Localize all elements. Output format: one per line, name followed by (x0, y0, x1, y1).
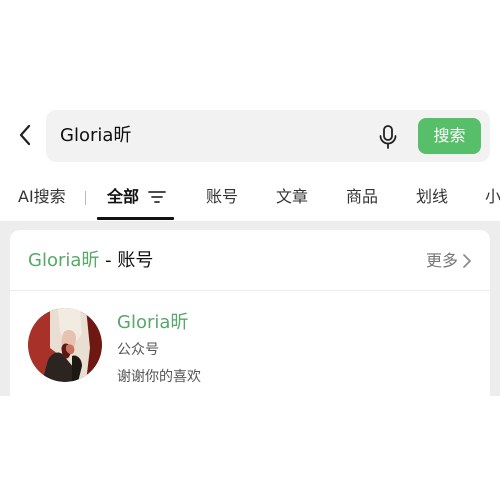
tab-accounts[interactable]: 账号 (206, 184, 238, 210)
search-input[interactable]: Gloria昕 (60, 124, 360, 148)
tab-articles[interactable]: 文章 (276, 184, 308, 210)
back-button[interactable] (12, 120, 40, 150)
chevron-right-icon (463, 254, 471, 268)
account-result-item[interactable]: Gloria昕 公众号 谢谢你的喜欢 (10, 291, 490, 396)
account-description: 谢谢你的喜欢 (117, 369, 201, 385)
avatar-image (28, 308, 102, 382)
filter-icon[interactable] (148, 189, 166, 205)
tab-highlights[interactable]: 划线 (416, 184, 448, 210)
bottom-blank-area (0, 396, 500, 500)
section-title-keyword: Gloria昕 (28, 250, 100, 271)
account-type: 公众号 (117, 342, 159, 358)
search-bar: Gloria昕 搜索 (0, 108, 500, 164)
chevron-left-icon (19, 124, 31, 146)
voice-input-button[interactable] (376, 124, 400, 150)
tab-divider (85, 191, 86, 205)
section-header: Gloria昕 - 账号 更多 (10, 230, 490, 291)
tab-products[interactable]: 商品 (346, 184, 378, 210)
account-name: Gloria昕 (117, 312, 189, 333)
section-title-suffix: - 账号 (99, 250, 154, 271)
tab-ai-search[interactable]: AI搜索 (18, 184, 66, 210)
active-tab-indicator (97, 217, 174, 220)
search-tabs: AI搜索 全部 账号 文章 商品 划线 小 (0, 176, 500, 220)
tab-more-cutoff[interactable]: 小 (485, 184, 500, 210)
tab-all[interactable]: 全部 (107, 184, 139, 210)
section-title: Gloria昕 - 账号 (28, 249, 153, 273)
more-label: 更多 (425, 251, 458, 270)
accounts-section-card: Gloria昕 - 账号 更多 Gloria昕 公众号 谢谢你的喜欢 (10, 230, 490, 396)
search-button[interactable]: 搜索 (418, 118, 481, 154)
search-field[interactable]: Gloria昕 搜索 (46, 110, 490, 162)
more-button[interactable]: 更多 (426, 250, 472, 272)
avatar (28, 308, 102, 382)
microphone-icon (379, 125, 397, 149)
